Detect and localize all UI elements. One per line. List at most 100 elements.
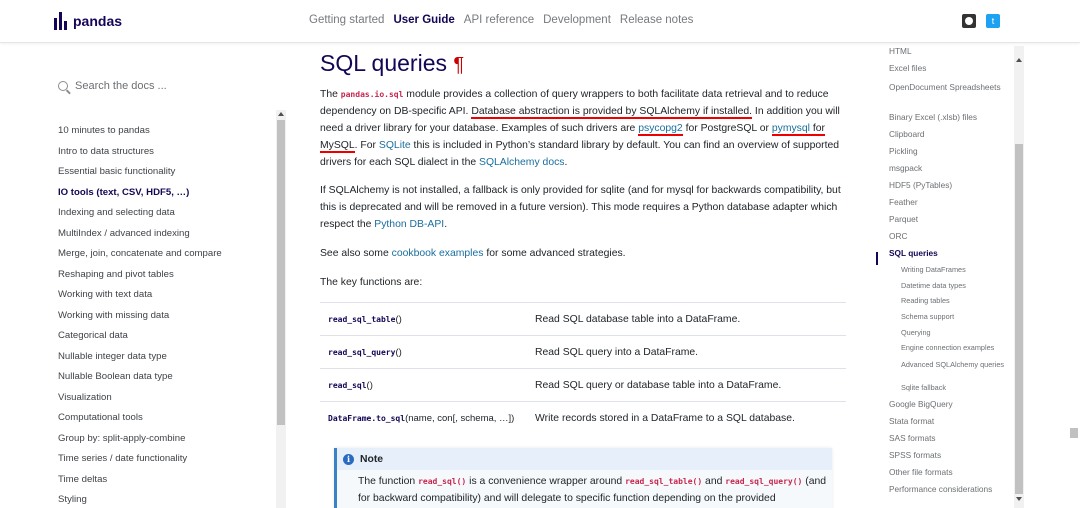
function-name[interactable]: DataFrame.to_sql	[328, 414, 405, 423]
page-scrollbar-thumb[interactable]	[1070, 428, 1078, 438]
python-db-api-link[interactable]: Python DB-API	[374, 219, 444, 230]
function-cell[interactable]: DataFrame.to_sql(name, con[, schema, …])	[320, 401, 535, 435]
sidebar-item[interactable]: Nullable integer data type	[58, 350, 222, 371]
toc-item[interactable]: Google BigQuery	[889, 399, 1014, 416]
sidebar-item[interactable]: Working with missing data	[58, 309, 222, 330]
toc-subitem[interactable]: Engine connection examples	[889, 343, 1014, 359]
toc-item[interactable]: Feather	[889, 197, 1014, 214]
function-name[interactable]: read_sql_table	[328, 315, 395, 324]
sidebar-item[interactable]: Categorical data	[58, 329, 222, 350]
toc-subitem[interactable]: Writing DataFrames	[889, 265, 1014, 281]
sidebar-item[interactable]: 10 minutes to pandas	[58, 124, 222, 145]
function-cell[interactable]: read_sql()	[320, 368, 535, 402]
toc-item[interactable]: Parquet	[889, 214, 1014, 231]
function-cell[interactable]: read_sql_query()	[320, 335, 535, 369]
nav-development[interactable]: Development	[543, 14, 611, 26]
toc-subitem[interactable]: Reading tables	[889, 296, 1014, 312]
sidebar-item[interactable]: Working with text data	[58, 288, 222, 309]
sidebar-item[interactable]: Group by: split-apply-combine	[58, 432, 222, 453]
sidebar-item[interactable]: Essential basic functionality	[58, 165, 222, 186]
table-row: read_sql_query() Read SQL query into a D…	[320, 335, 846, 369]
inline-code: pandas.io.sql	[340, 90, 404, 99]
toc-item[interactable]: Other file formats	[889, 467, 1014, 484]
nav-user-guide[interactable]: User Guide	[393, 14, 454, 26]
sidebar-item[interactable]: Time deltas	[58, 473, 222, 494]
table-row: DataFrame.to_sql(name, con[, schema, …])…	[320, 401, 846, 435]
twitter-icon[interactable]: t	[986, 14, 1000, 28]
highlighted-text: Database abstraction is provided by SQLA…	[471, 106, 753, 119]
toc-item[interactable]: Performance considerations	[889, 484, 1014, 501]
toc-item[interactable]: ORC	[889, 231, 1014, 248]
scrollbar-thumb[interactable]	[1015, 144, 1023, 494]
sidebar-item-io-tools[interactable]: IO tools (text, CSV, HDF5, …)	[58, 186, 222, 207]
text: See also some	[320, 248, 392, 259]
psycopg2-link[interactable]: psycopg2	[638, 123, 683, 136]
fallback-paragraph: If SQLAlchemy is not installed, a fallba…	[320, 182, 845, 233]
toc-item[interactable]: SAS formats	[889, 433, 1014, 450]
sidebar-item[interactable]: Indexing and selecting data	[58, 206, 222, 227]
toc-item[interactable]: msgpack	[889, 163, 1014, 180]
left-sidebar-scrollbar[interactable]	[276, 110, 286, 508]
inline-code[interactable]: read_sql_query()	[725, 477, 802, 486]
toc-subitem[interactable]: Querying	[889, 328, 1014, 344]
toc-item[interactable]: Pickling	[889, 146, 1014, 163]
scroll-up-arrow-icon[interactable]	[1016, 58, 1022, 62]
toc-subitem-label[interactable]: Advanced SQLAlchemy queries	[901, 360, 1004, 369]
sidebar-item[interactable]: Time series / date functionality	[58, 452, 222, 473]
nav-getting-started[interactable]: Getting started	[309, 14, 384, 26]
toc-item[interactable]: OpenDocument Spreadsheets	[889, 80, 1014, 112]
scroll-up-arrow-icon[interactable]	[278, 112, 284, 116]
function-cell[interactable]: read_sql_table()	[320, 302, 535, 336]
sidebar-item[interactable]: Nullable Boolean data type	[58, 370, 222, 391]
function-name[interactable]: read_sql_query	[328, 348, 395, 357]
sidebar-item[interactable]: MultiIndex / advanced indexing	[58, 227, 222, 248]
text: . For	[354, 140, 379, 151]
table-row: read_sql() Read SQL query or database ta…	[320, 368, 846, 402]
cookbook-examples-link[interactable]: cookbook examples	[392, 248, 484, 259]
nav-release-notes[interactable]: Release notes	[620, 14, 694, 26]
toc-item[interactable]: Stata format	[889, 416, 1014, 433]
pymysql-link[interactable]: pymysql	[771, 123, 810, 136]
toc-subitem[interactable]: Sqlite fallback	[889, 383, 1014, 399]
search-box[interactable]: Search the docs ...	[58, 80, 167, 92]
top-navbar: pandas Getting started User Guide API re…	[0, 0, 1080, 43]
toc-item-label[interactable]: OpenDocument Spreadsheets	[889, 82, 1001, 92]
toc-active-marker	[876, 252, 878, 265]
toc-item[interactable]: Excel files	[889, 63, 1014, 80]
sidebar-item[interactable]: Computational tools	[58, 411, 222, 432]
page-toc: HTML Excel files OpenDocument Spreadshee…	[889, 46, 1014, 501]
toc-item[interactable]: SPSS formats	[889, 450, 1014, 467]
scroll-down-arrow-icon[interactable]	[1016, 497, 1022, 501]
sidebar-item[interactable]: Reshaping and pivot tables	[58, 268, 222, 289]
toc-subitem[interactable]: Advanced SQLAlchemy queries	[889, 359, 1009, 383]
sidebar-item[interactable]: Styling	[58, 493, 222, 508]
nav-api-reference[interactable]: API reference	[464, 14, 534, 26]
github-icon[interactable]	[962, 14, 976, 28]
sidebar-item[interactable]: Visualization	[58, 391, 222, 412]
toc-subitem[interactable]: Schema support	[889, 312, 1014, 328]
scrollbar-thumb[interactable]	[277, 120, 285, 425]
inline-code[interactable]: read_sql_table()	[625, 477, 702, 486]
toc-item-sql-queries[interactable]: SQL queries	[889, 248, 1014, 265]
function-description: Read SQL query into a DataFrame.	[535, 335, 846, 369]
function-name[interactable]: read_sql	[328, 381, 367, 390]
permalink-icon[interactable]: ¶	[453, 54, 464, 76]
toc-item[interactable]: HDF5 (PyTables)	[889, 180, 1014, 197]
page-title: SQL queries ¶	[320, 50, 464, 77]
pandas-logo-icon	[54, 12, 67, 30]
sqlite-link[interactable]: SQLite	[379, 140, 411, 151]
search-placeholder[interactable]: Search the docs ...	[75, 80, 167, 92]
toc-item[interactable]: Binary Excel (.xlsb) files	[889, 112, 1014, 129]
text: The	[320, 89, 341, 100]
sqlalchemy-docs-link[interactable]: SQLAlchemy docs	[479, 157, 564, 168]
pandas-logo[interactable]: pandas	[54, 12, 122, 30]
toc-item[interactable]: Clipboard	[889, 129, 1014, 146]
sidebar-item[interactable]: Merge, join, concatenate and compare	[58, 247, 222, 268]
sidebar-item[interactable]: Intro to data structures	[58, 145, 222, 166]
toc-subitem[interactable]: Datetime data types	[889, 281, 1014, 297]
inline-code[interactable]: read_sql()	[418, 477, 466, 486]
toc-scrollbar[interactable]	[1014, 46, 1024, 508]
note-admonition: i Note The function read_sql() is a conv…	[334, 448, 832, 508]
toc-item[interactable]: HTML	[889, 46, 1014, 63]
text: for PostgreSQL or	[682, 123, 772, 134]
